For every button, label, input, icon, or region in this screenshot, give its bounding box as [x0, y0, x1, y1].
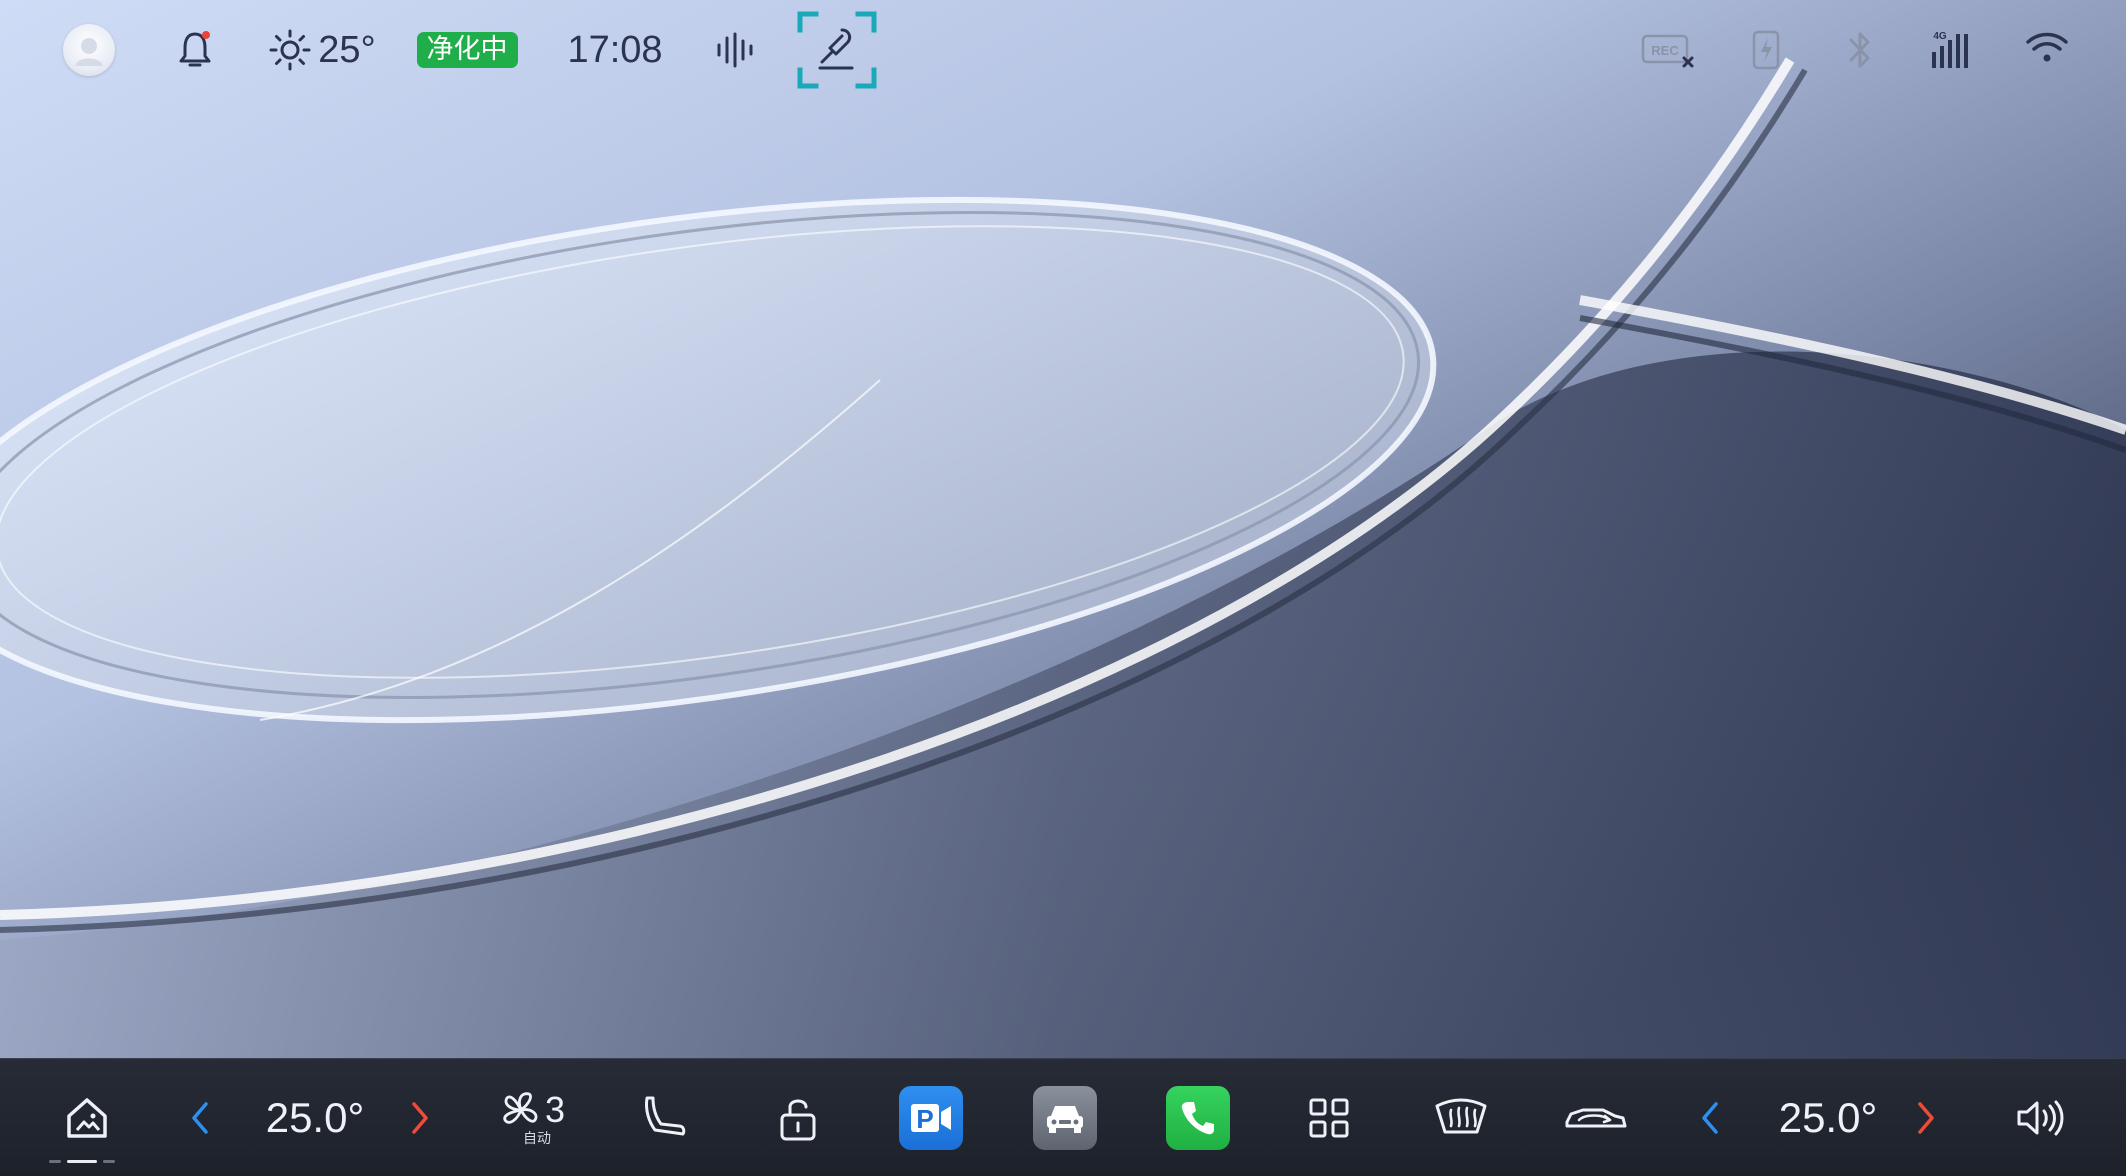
- rear-defrost-button[interactable]: [1430, 1059, 1492, 1176]
- fan-speed-button[interactable]: 3 自动: [494, 1059, 570, 1176]
- phone-icon: [1166, 1086, 1230, 1150]
- left-temp-decrease-button[interactable]: [180, 1059, 220, 1176]
- seat-button[interactable]: [636, 1059, 692, 1176]
- car-icon: [1033, 1086, 1097, 1150]
- flash-charge-icon: [1752, 30, 1780, 70]
- home-button[interactable]: [49, 1059, 119, 1176]
- chevron-right-icon: [412, 1102, 428, 1134]
- voice-mic-icon: [818, 28, 854, 70]
- rear-defrost-icon: [1435, 1098, 1487, 1134]
- left-temp-increase-button[interactable]: [400, 1059, 440, 1176]
- door-lock-button[interactable]: [772, 1059, 824, 1176]
- voice-assistant-button[interactable]: [794, 0, 880, 100]
- avatar-icon: [63, 24, 115, 76]
- unlock-icon: [780, 1099, 816, 1141]
- seat-icon: [645, 1096, 686, 1136]
- bell-icon: [179, 31, 211, 67]
- chevron-left-icon: [1702, 1102, 1718, 1134]
- parking-camera-app[interactable]: P: [898, 1059, 964, 1176]
- app-grid-button[interactable]: [1304, 1059, 1354, 1176]
- parking-camera-icon: P: [899, 1086, 963, 1150]
- vehicle-app[interactable]: [1032, 1059, 1098, 1176]
- bluetooth-icon: [1849, 32, 1870, 68]
- volume-icon: [2017, 1100, 2064, 1136]
- left-temperature-value: 25.0°: [265, 1094, 365, 1141]
- 4g-signal-icon: 4G: [1932, 31, 1968, 68]
- user-avatar[interactable]: [60, 0, 118, 100]
- sun-icon: [269, 29, 311, 71]
- volume-button[interactable]: [2008, 1059, 2070, 1176]
- fan-icon: [503, 1092, 538, 1124]
- air-circulation-button[interactable]: [1560, 1059, 1632, 1176]
- home-page-indicator: [49, 1160, 115, 1163]
- wifi-status[interactable]: [2022, 0, 2072, 100]
- right-temperature[interactable]: 25.0°: [1768, 1059, 1888, 1176]
- notification-button[interactable]: [170, 0, 220, 100]
- charging-status[interactable]: [1746, 0, 1786, 100]
- grid-icon: [1309, 1098, 1349, 1138]
- home-icon: [67, 1098, 107, 1138]
- weather-widget[interactable]: 25°: [262, 0, 382, 100]
- clock-time: 17:08: [567, 28, 663, 71]
- right-temp-decrease-button[interactable]: [1690, 1059, 1730, 1176]
- left-temperature[interactable]: 25.0°: [255, 1059, 375, 1176]
- mic-frame: [796, 10, 878, 90]
- air-purify-status[interactable]: 净化中: [415, 0, 519, 100]
- voice-wave-button[interactable]: [710, 0, 760, 100]
- svg-text:P: P: [916, 1104, 933, 1134]
- fan-level: 3: [544, 1089, 566, 1130]
- air-circulation-icon: [1565, 1108, 1627, 1128]
- bottom-dock: 25.0° 3 自动 P 25.0°: [0, 1058, 2126, 1176]
- dashcam-status[interactable]: REC: [1640, 0, 1696, 100]
- svg-text:4G: 4G: [1933, 31, 1947, 42]
- wifi-icon: [2026, 32, 2068, 62]
- right-temperature-value: 25.0°: [1778, 1094, 1878, 1141]
- wallpaper: [0, 0, 2126, 1058]
- home-screen: 25° 净化中 17:08 REC 4G 25.0° 3 自动 P 25.0°: [0, 0, 2126, 1176]
- fan-mode: 自动: [523, 1131, 551, 1147]
- chevron-right-icon: [1918, 1102, 1934, 1134]
- purify-badge: 净化中: [416, 32, 518, 68]
- right-temp-increase-button[interactable]: [1906, 1059, 1946, 1176]
- clock: 17:08: [560, 0, 670, 100]
- chevron-left-icon: [192, 1102, 208, 1134]
- cellular-signal: 4G: [1928, 0, 1974, 100]
- svg-text:REC: REC: [1651, 43, 1679, 58]
- bluetooth-status[interactable]: [1842, 0, 1878, 100]
- phone-app[interactable]: [1165, 1059, 1231, 1176]
- voice-wave-icon: [717, 32, 753, 68]
- weather-temperature: 25°: [318, 28, 376, 71]
- status-bar: 25° 净化中 17:08 REC 4G: [0, 0, 2126, 100]
- rec-icon: REC: [1641, 34, 1694, 68]
